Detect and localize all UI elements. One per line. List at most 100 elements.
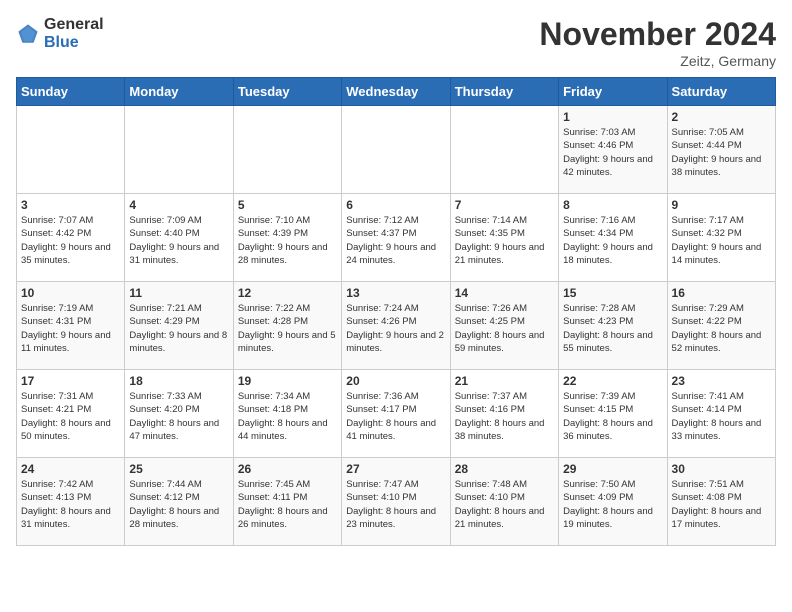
location: Zeitz, Germany <box>539 53 776 69</box>
column-header-thursday: Thursday <box>450 78 558 106</box>
day-info: Sunrise: 7:12 AM Sunset: 4:37 PM Dayligh… <box>346 214 445 267</box>
calendar-week-5: 24 Sunrise: 7:42 AM Sunset: 4:13 PM Dayli… <box>17 458 776 546</box>
day-number: 13 <box>346 286 445 300</box>
calendar-cell <box>17 106 125 194</box>
calendar-cell: 15Sunrise: 7:28 AM Sunset: 4:23 PM Dayli… <box>559 282 667 370</box>
day-info: Sunrise: 7:37 AM Sunset: 4:16 PM Dayligh… <box>455 390 554 443</box>
calendar-cell: 21 Sunrise: 7:37 AM Sunset: 4:16 PM Dayli… <box>450 370 558 458</box>
calendar-cell: 17 Sunrise: 7:31 AM Sunset: 4:21 PM Dayli… <box>17 370 125 458</box>
day-number: 6 <box>346 198 445 212</box>
page-header: General Blue November 2024 Zeitz, German… <box>16 16 776 69</box>
day-number: 3 <box>21 198 120 212</box>
calendar-cell: 26 Sunrise: 7:45 AM Sunset: 4:11 PM Dayli… <box>233 458 341 546</box>
month-title: November 2024 <box>539 16 776 53</box>
calendar-cell: 20 Sunrise: 7:36 AM Sunset: 4:17 PM Dayli… <box>342 370 450 458</box>
day-number: 30 <box>672 462 771 476</box>
calendar-cell: 7 Sunrise: 7:14 AM Sunset: 4:35 PM Daylig… <box>450 194 558 282</box>
day-info: Sunrise: 7:33 AM Sunset: 4:20 PM Dayligh… <box>129 390 228 443</box>
day-info: Sunrise: 7:36 AM Sunset: 4:17 PM Dayligh… <box>346 390 445 443</box>
day-number: 22 <box>563 374 662 388</box>
day-info: Sunrise: 7:31 AM Sunset: 4:21 PM Dayligh… <box>21 390 120 443</box>
day-number: 29 <box>563 462 662 476</box>
day-number: 7 <box>455 198 554 212</box>
calendar-cell: 28Sunrise: 7:48 AM Sunset: 4:10 PM Dayli… <box>450 458 558 546</box>
day-info: Sunrise: 7:14 AM Sunset: 4:35 PM Dayligh… <box>455 214 554 267</box>
day-info: Sunrise: 7:42 AM Sunset: 4:13 PM Dayligh… <box>21 478 120 531</box>
day-number: 8 <box>563 198 662 212</box>
calendar-cell: 29Sunrise: 7:50 AM Sunset: 4:09 PM Dayli… <box>559 458 667 546</box>
day-info: Sunrise: 7:09 AM Sunset: 4:40 PM Dayligh… <box>129 214 228 267</box>
day-info: Sunrise: 7:16 AM Sunset: 4:34 PM Dayligh… <box>563 214 662 267</box>
day-info: Sunrise: 7:10 AM Sunset: 4:39 PM Dayligh… <box>238 214 337 267</box>
day-info: Sunrise: 7:22 AM Sunset: 4:28 PM Dayligh… <box>238 302 337 355</box>
day-number: 28 <box>455 462 554 476</box>
calendar-cell: 23 Sunrise: 7:41 AM Sunset: 4:14 PM Dayli… <box>667 370 775 458</box>
calendar-week-3: 10Sunrise: 7:19 AM Sunset: 4:31 PM Dayli… <box>17 282 776 370</box>
calendar-cell <box>450 106 558 194</box>
calendar-cell: 6 Sunrise: 7:12 AM Sunset: 4:37 PM Daylig… <box>342 194 450 282</box>
day-number: 15 <box>563 286 662 300</box>
day-info: Sunrise: 7:51 AM Sunset: 4:08 PM Dayligh… <box>672 478 771 531</box>
calendar-cell <box>342 106 450 194</box>
day-info: Sunrise: 7:24 AM Sunset: 4:26 PM Dayligh… <box>346 302 445 355</box>
column-header-sunday: Sunday <box>17 78 125 106</box>
column-header-wednesday: Wednesday <box>342 78 450 106</box>
day-number: 21 <box>455 374 554 388</box>
logo: General Blue <box>16 16 104 51</box>
day-number: 19 <box>238 374 337 388</box>
day-info: Sunrise: 7:03 AM Sunset: 4:46 PM Dayligh… <box>563 126 662 179</box>
calendar-cell: 2 Sunrise: 7:05 AM Sunset: 4:44 PM Daylig… <box>667 106 775 194</box>
day-info: Sunrise: 7:26 AM Sunset: 4:25 PM Dayligh… <box>455 302 554 355</box>
calendar-week-2: 3Sunrise: 7:07 AM Sunset: 4:42 PM Daylig… <box>17 194 776 282</box>
calendar-cell: 13 Sunrise: 7:24 AM Sunset: 4:26 PM Dayli… <box>342 282 450 370</box>
day-number: 26 <box>238 462 337 476</box>
calendar-week-1: 1 Sunrise: 7:03 AM Sunset: 4:46 PM Daylig… <box>17 106 776 194</box>
day-info: Sunrise: 7:34 AM Sunset: 4:18 PM Dayligh… <box>238 390 337 443</box>
calendar-cell: 22 Sunrise: 7:39 AM Sunset: 4:15 PM Dayli… <box>559 370 667 458</box>
day-number: 11 <box>129 286 228 300</box>
day-info: Sunrise: 7:21 AM Sunset: 4:29 PM Dayligh… <box>129 302 228 355</box>
calendar-cell: 1 Sunrise: 7:03 AM Sunset: 4:46 PM Daylig… <box>559 106 667 194</box>
day-info: Sunrise: 7:17 AM Sunset: 4:32 PM Dayligh… <box>672 214 771 267</box>
day-number: 25 <box>129 462 228 476</box>
day-number: 24 <box>21 462 120 476</box>
day-number: 18 <box>129 374 228 388</box>
day-info: Sunrise: 7:47 AM Sunset: 4:10 PM Dayligh… <box>346 478 445 531</box>
calendar-cell: 16Sunrise: 7:29 AM Sunset: 4:22 PM Dayli… <box>667 282 775 370</box>
calendar-table: SundayMondayTuesdayWednesdayThursdayFrid… <box>16 77 776 546</box>
calendar-cell: 9 Sunrise: 7:17 AM Sunset: 4:32 PM Daylig… <box>667 194 775 282</box>
calendar-cell: 24 Sunrise: 7:42 AM Sunset: 4:13 PM Dayli… <box>17 458 125 546</box>
column-header-saturday: Saturday <box>667 78 775 106</box>
day-number: 23 <box>672 374 771 388</box>
day-number: 4 <box>129 198 228 212</box>
day-number: 27 <box>346 462 445 476</box>
calendar-cell <box>233 106 341 194</box>
day-number: 17 <box>21 374 120 388</box>
calendar-cell: 5 Sunrise: 7:10 AM Sunset: 4:39 PM Daylig… <box>233 194 341 282</box>
calendar-cell: 14 Sunrise: 7:26 AM Sunset: 4:25 PM Dayli… <box>450 282 558 370</box>
day-number: 14 <box>455 286 554 300</box>
day-number: 1 <box>563 110 662 124</box>
calendar-cell: 10Sunrise: 7:19 AM Sunset: 4:31 PM Dayli… <box>17 282 125 370</box>
day-info: Sunrise: 7:41 AM Sunset: 4:14 PM Dayligh… <box>672 390 771 443</box>
day-number: 10 <box>21 286 120 300</box>
calendar-header-row: SundayMondayTuesdayWednesdayThursdayFrid… <box>17 78 776 106</box>
day-number: 9 <box>672 198 771 212</box>
calendar-cell <box>125 106 233 194</box>
logo-blue: Blue <box>44 34 104 52</box>
day-number: 5 <box>238 198 337 212</box>
calendar-cell: 25Sunrise: 7:44 AM Sunset: 4:12 PM Dayli… <box>125 458 233 546</box>
calendar-cell: 19 Sunrise: 7:34 AM Sunset: 4:18 PM Dayli… <box>233 370 341 458</box>
day-info: Sunrise: 7:05 AM Sunset: 4:44 PM Dayligh… <box>672 126 771 179</box>
day-number: 16 <box>672 286 771 300</box>
calendar-cell: 30 Sunrise: 7:51 AM Sunset: 4:08 PM Dayli… <box>667 458 775 546</box>
day-info: Sunrise: 7:45 AM Sunset: 4:11 PM Dayligh… <box>238 478 337 531</box>
logo-general: General <box>44 16 104 34</box>
calendar-cell: 12Sunrise: 7:22 AM Sunset: 4:28 PM Dayli… <box>233 282 341 370</box>
day-info: Sunrise: 7:39 AM Sunset: 4:15 PM Dayligh… <box>563 390 662 443</box>
calendar-cell: 4 Sunrise: 7:09 AM Sunset: 4:40 PM Daylig… <box>125 194 233 282</box>
calendar-cell: 18 Sunrise: 7:33 AM Sunset: 4:20 PM Dayli… <box>125 370 233 458</box>
day-number: 20 <box>346 374 445 388</box>
calendar-cell: 8 Sunrise: 7:16 AM Sunset: 4:34 PM Daylig… <box>559 194 667 282</box>
day-number: 2 <box>672 110 771 124</box>
